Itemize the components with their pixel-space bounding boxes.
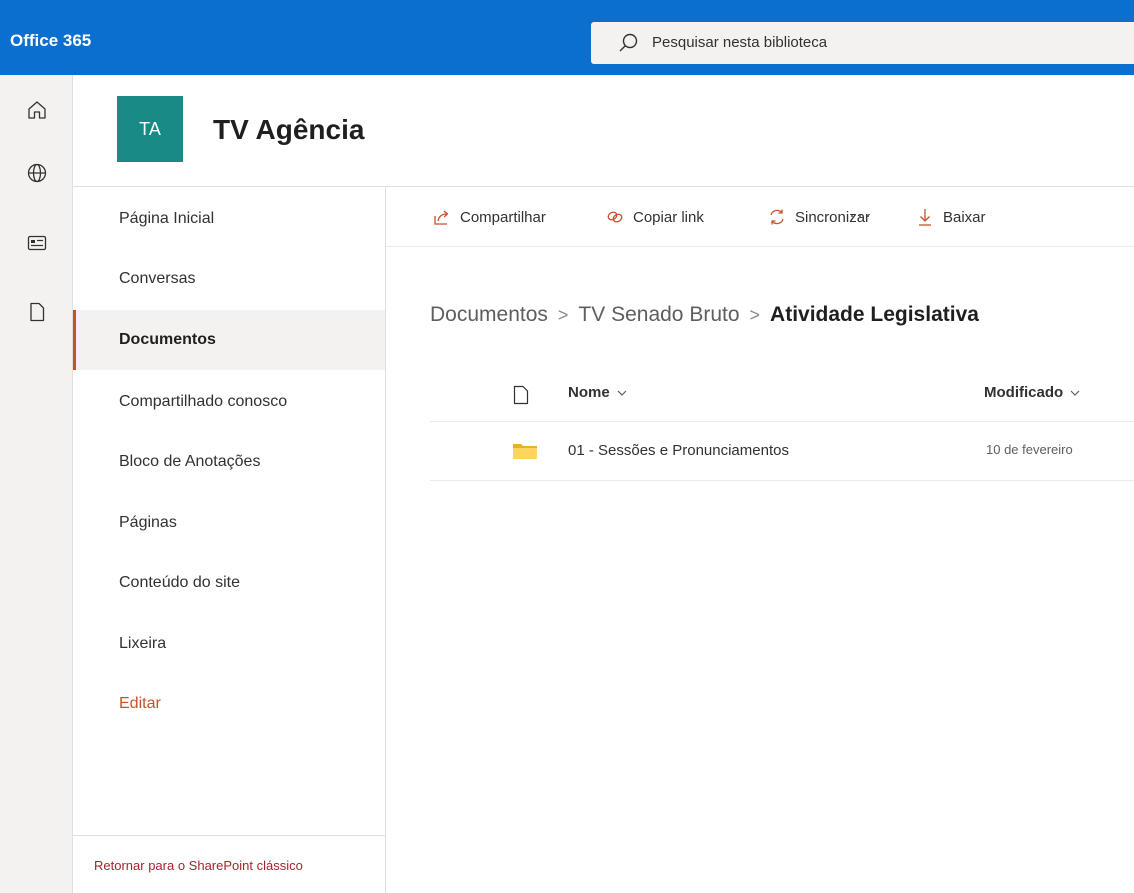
nav-edit-link[interactable]: Editar — [73, 674, 385, 734]
globe-icon[interactable] — [26, 162, 48, 184]
nav-item-conversas[interactable]: Conversas — [73, 249, 385, 309]
classic-sharepoint-link[interactable]: Retornar para o SharePoint clássico — [73, 835, 385, 893]
link-icon — [607, 211, 623, 223]
file-name[interactable]: 01 - Sessões e Pronunciamentos — [568, 442, 789, 459]
nav-item-pagina-inicial[interactable]: Página Inicial — [73, 189, 385, 249]
more-actions-button[interactable]: ··· — [849, 205, 873, 226]
news-icon[interactable] — [26, 232, 48, 254]
download-label: Baixar — [943, 208, 986, 226]
nav-item-paginas[interactable]: Páginas — [73, 493, 385, 553]
document-icon[interactable] — [26, 301, 48, 323]
breadcrumb: Documentos > TV Senado Bruto > Atividade… — [430, 303, 979, 327]
column-modified-label: Modificado — [984, 384, 1064, 401]
app-brand[interactable]: Office 365 — [10, 31, 91, 51]
breadcrumb-separator: > — [749, 304, 761, 325]
copy-link-button[interactable]: Copiar link — [605, 187, 704, 247]
app-rail — [0, 75, 73, 893]
command-bar: Compartilhar Copiar link Sincronizar Bai… — [386, 186, 1134, 247]
nav-item-lixeira[interactable]: Lixeira — [73, 614, 385, 674]
column-header-modified[interactable]: Modificado — [984, 384, 1081, 401]
suite-bar: Office 365 Pesquisar nesta biblioteca — [0, 0, 1134, 75]
chevron-down-icon — [617, 390, 627, 396]
download-icon — [919, 209, 931, 226]
site-logo[interactable]: TA — [117, 96, 183, 162]
list-item[interactable]: 01 - Sessões e Pronunciamentos 10 de fev… — [430, 422, 1134, 481]
column-header-name[interactable]: Nome — [568, 384, 628, 401]
chevron-down-icon — [1070, 390, 1080, 396]
share-icon — [434, 210, 449, 225]
breadcrumb-item-documentos[interactable]: Documentos — [430, 303, 548, 327]
share-label: Compartilhar — [460, 208, 546, 226]
left-navigation: Página Inicial Conversas Documentos Comp… — [73, 186, 386, 893]
folder-icon — [513, 444, 537, 459]
file-modified-date: 10 de fevereiro — [986, 442, 1073, 457]
nav-item-conteudo-do-site[interactable]: Conteúdo do site — [73, 553, 385, 613]
share-button[interactable]: Compartilhar — [432, 187, 546, 247]
breadcrumb-current: Atividade Legislativa — [770, 303, 979, 326]
copy-link-label: Copiar link — [633, 208, 704, 226]
site-title[interactable]: TV Agência — [213, 114, 364, 146]
nav-item-bloco-de-anotacoes[interactable]: Bloco de Anotações — [73, 432, 385, 492]
nav-item-compartilhado-conosco[interactable]: Compartilhado conosco — [73, 372, 385, 432]
sync-icon — [770, 209, 784, 225]
breadcrumb-item-tv-senado-bruto[interactable]: TV Senado Bruto — [578, 303, 739, 327]
home-icon[interactable] — [26, 99, 48, 121]
column-name-label: Nome — [568, 384, 610, 401]
search-placeholder: Pesquisar nesta biblioteca — [652, 34, 828, 51]
search-box[interactable]: Pesquisar nesta biblioteca — [591, 22, 1134, 64]
nav-item-documentos[interactable]: Documentos — [73, 310, 385, 370]
search-icon — [619, 33, 638, 52]
list-header: Nome Modificado — [430, 365, 1134, 422]
file-type-icon[interactable] — [513, 385, 529, 405]
download-button[interactable]: Baixar — [915, 187, 986, 247]
breadcrumb-separator: > — [557, 304, 569, 325]
